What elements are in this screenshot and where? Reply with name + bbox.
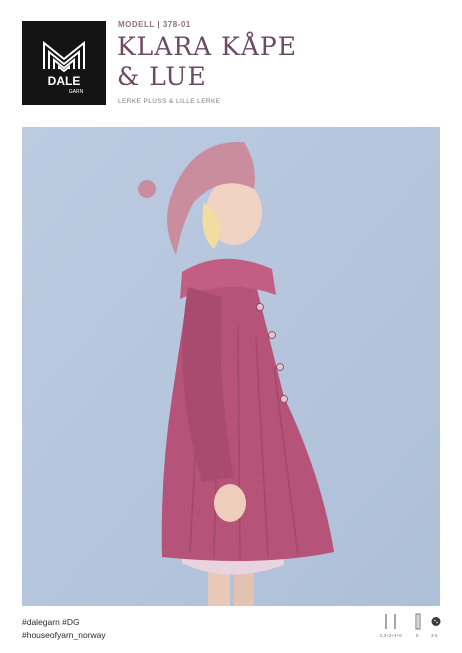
title-line-1: KLARA KÅPE [117, 32, 297, 61]
pattern-specs: 2,3+3+4+5 5 3-5 [380, 611, 444, 641]
title-line-2: & LUE [117, 62, 207, 91]
size-icon [385, 614, 396, 629]
needle-size-icon [415, 613, 421, 630]
button-icon [431, 617, 441, 626]
needle-size: 5 [416, 633, 419, 638]
logo-subtext: GARN [69, 89, 84, 95]
hashtag-line-2: #houseofyarn_norway [22, 630, 106, 640]
logo-mark: DALE GARN [43, 40, 85, 95]
girl-in-knitted-coat-illustration [22, 127, 440, 606]
dale-garn-logo: DALE GARN [22, 21, 106, 105]
product-photo [22, 127, 440, 606]
hashtag-line-1: #dalegarn #DG [22, 617, 80, 627]
model-number: MODELL | 378-01 [118, 20, 191, 29]
page-title: KLARA KÅPE & LUE [117, 32, 297, 92]
size-range: 2,3+3+4+5 [380, 633, 402, 638]
spec-icons [385, 613, 441, 630]
hashtags: #dalegarn #DG #houseofyarn_norway [22, 616, 106, 642]
yarn-subtitle: LERKE PLUSS & LILLE LERKE [118, 98, 221, 105]
button-count: 3-5 [431, 633, 438, 638]
logo-text: DALE [48, 74, 81, 88]
